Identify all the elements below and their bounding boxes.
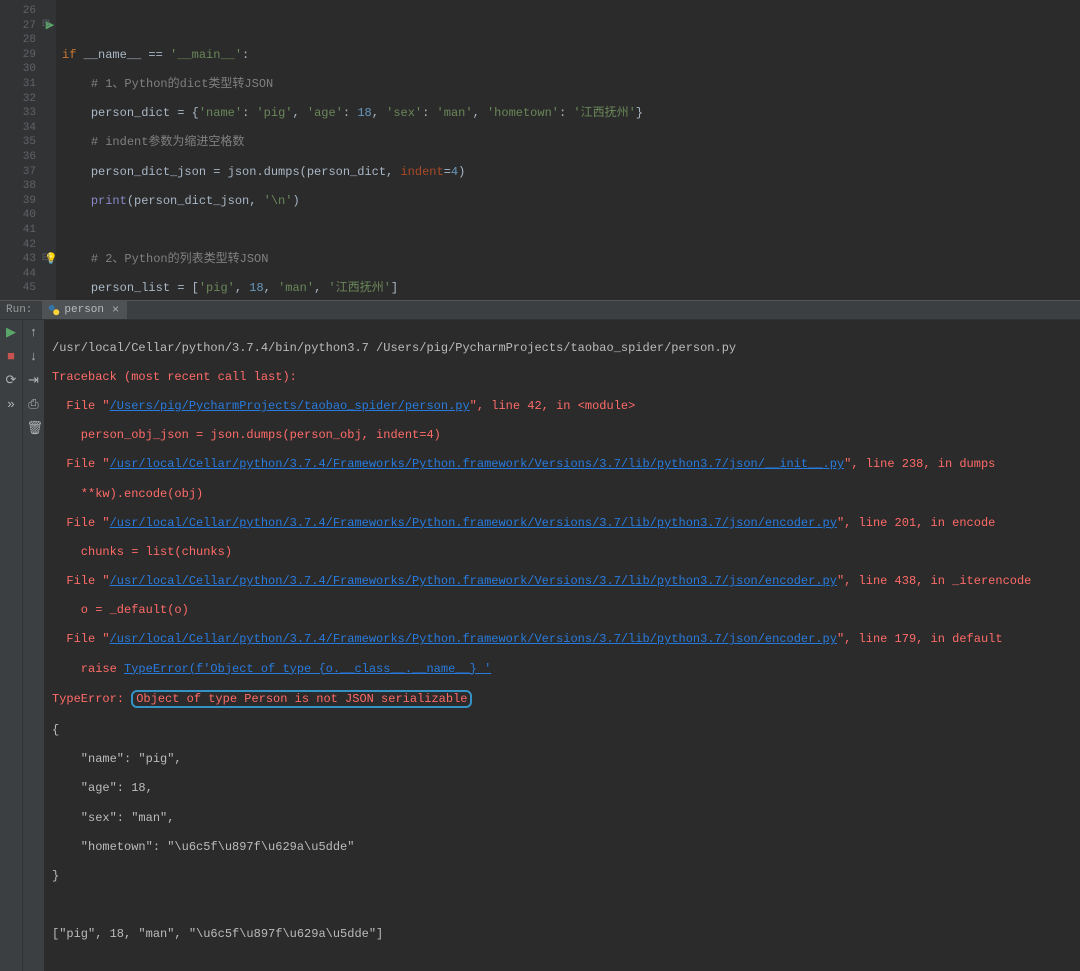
- line-number: 30: [0, 62, 36, 77]
- code-area[interactable]: if __name__ == '__main__': # 1、Python的di…: [56, 0, 1080, 300]
- line-number: 45: [0, 281, 36, 296]
- settings-icon[interactable]: »: [4, 398, 18, 412]
- line-number: 34: [0, 121, 36, 136]
- line-number: 29: [0, 48, 36, 63]
- soft-wrap-icon[interactable]: ⇥: [27, 374, 41, 388]
- run-label: Run:: [6, 304, 32, 316]
- rerun-icon[interactable]: ▶: [4, 326, 18, 340]
- line-number: 44: [0, 267, 36, 282]
- line-number: 28: [0, 33, 36, 48]
- run-panel-header: Run: person ×: [0, 300, 1080, 320]
- line-number: 36: [0, 150, 36, 165]
- run-toolbar-right: ↑ ↓ ⇥ ⎙ 🗑: [22, 320, 44, 971]
- run-tab[interactable]: person ×: [42, 301, 127, 319]
- file-link[interactable]: /usr/local/Cellar/python/3.7.4/Framework…: [110, 574, 837, 588]
- comment: # indent参数为缩进空格数: [91, 135, 245, 149]
- line-number: 33: [0, 106, 36, 121]
- line-number: 43: [0, 252, 36, 267]
- console-cmd: /usr/local/Cellar/python/3.7.4/bin/pytho…: [52, 341, 736, 355]
- run-tab-label: person: [64, 304, 104, 316]
- comment: # 2、Python的列表类型转JSON: [91, 252, 269, 266]
- traceback-header: Traceback (most recent call last):: [52, 370, 297, 384]
- highlight-box: Object of type Person is not JSON serial…: [131, 690, 472, 709]
- console-output[interactable]: /usr/local/Cellar/python/3.7.4/bin/pytho…: [44, 320, 1080, 971]
- line-number: 37: [0, 165, 36, 180]
- editor-pane: 26 27 28 29 30 31 32 33 34 35 36 37 38 3…: [0, 0, 1080, 300]
- dunder-name: __name__: [84, 48, 142, 62]
- fold-end-icon[interactable]: ⊟: [40, 252, 52, 264]
- line-number: 38: [0, 179, 36, 194]
- line-number: 40: [0, 208, 36, 223]
- trash-icon[interactable]: 🗑: [27, 422, 41, 436]
- error-message: Object of type Person is not JSON serial…: [136, 692, 467, 706]
- line-number: 42: [0, 238, 36, 253]
- line-number: 31: [0, 77, 36, 92]
- down-stack-icon[interactable]: ↓: [27, 350, 41, 364]
- line-number: 41: [0, 223, 36, 238]
- restart-icon[interactable]: ⟳: [4, 374, 18, 388]
- file-link[interactable]: /usr/local/Cellar/python/3.7.4/Framework…: [110, 457, 845, 471]
- file-link[interactable]: /usr/local/Cellar/python/3.7.4/Framework…: [110, 632, 837, 646]
- python-file-icon: [48, 304, 60, 316]
- stop-icon[interactable]: ■: [4, 350, 18, 364]
- print-icon[interactable]: ⎙: [27, 398, 41, 412]
- line-number: 35: [0, 135, 36, 150]
- comment: # 1、Python的dict类型转JSON: [91, 77, 273, 91]
- error-type: TypeError: [52, 692, 117, 706]
- close-icon[interactable]: ×: [112, 303, 119, 317]
- console-panel: ▶ ■ ⟳ » ↑ ↓ ⇥ ⎙ 🗑 /usr/local/Cellar/pyth…: [0, 320, 1080, 971]
- line-number: 26: [0, 4, 36, 19]
- run-toolbar-left: ▶ ■ ⟳ »: [0, 320, 22, 971]
- editor-gutter: 26 27 28 29 30 31 32 33 34 35 36 37 38 3…: [0, 0, 44, 300]
- file-link[interactable]: /Users/pig/PycharmProjects/taobao_spider…: [110, 399, 470, 413]
- marker-strip: ▶ ⊟ 💡 ⊟: [44, 0, 56, 300]
- line-number: 32: [0, 92, 36, 107]
- line-number: 27: [0, 19, 36, 34]
- up-stack-icon[interactable]: ↑: [27, 326, 41, 340]
- file-link[interactable]: /usr/local/Cellar/python/3.7.4/Framework…: [110, 516, 837, 530]
- fold-icon[interactable]: ⊟: [40, 18, 52, 30]
- line-number: 39: [0, 194, 36, 209]
- kw-if: if: [62, 48, 76, 62]
